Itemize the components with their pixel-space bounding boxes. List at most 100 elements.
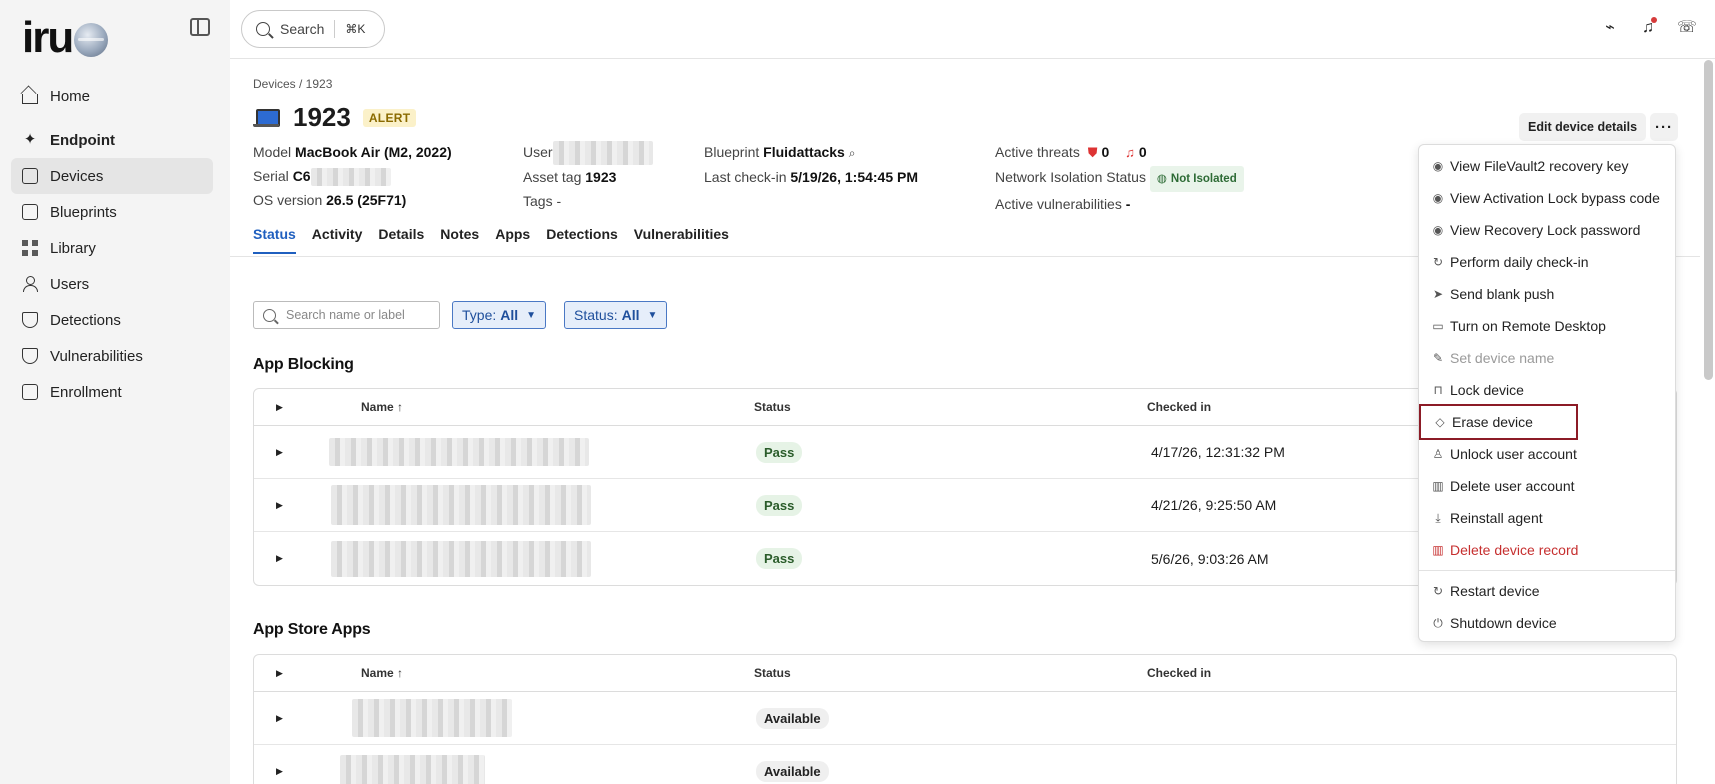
menu-item-daily-checkin[interactable]: ↻ Perform daily check-in xyxy=(1419,246,1675,278)
tab-activity[interactable]: Activity xyxy=(312,226,363,254)
activity-icon[interactable]: ⌁ xyxy=(1601,19,1619,37)
tab-notes[interactable]: Notes xyxy=(440,226,479,254)
menu-item-view-filevault-key[interactable]: ◉ View FileVault2 recovery key xyxy=(1419,150,1675,182)
menu-item-delete-device-record[interactable]: ▥ Delete device record xyxy=(1419,534,1675,566)
redacted-user[interactable] xyxy=(552,141,653,166)
table-row[interactable]: ▶ Available xyxy=(254,692,1676,745)
checked-column-header: Checked in xyxy=(1147,666,1212,680)
model-label: Model xyxy=(253,144,292,160)
alert-badge: ALERT xyxy=(362,108,417,127)
type-filter-dropdown[interactable]: Type: All ▼ xyxy=(452,301,547,329)
iru-logo[interactable]: iru xyxy=(22,16,109,60)
menu-item-view-recovery-lock[interactable]: ◉ View Recovery Lock password xyxy=(1419,214,1675,246)
expand-row-icon[interactable]: ▶ xyxy=(276,500,283,511)
chat-icon[interactable]: ☏ xyxy=(1677,19,1697,37)
menu-item-label: Turn on Remote Desktop xyxy=(1450,318,1606,334)
search-placeholder: Search name or label xyxy=(286,308,405,322)
sidebar-item-label: Library xyxy=(50,239,96,257)
divider xyxy=(334,20,336,38)
menu-item-label: Erase device xyxy=(1452,414,1533,430)
menu-item-shutdown-device[interactable]: ⏻ Shutdown device xyxy=(1419,607,1675,639)
breadcrumb[interactable]: Devices / 1923 xyxy=(253,77,332,91)
global-search-button[interactable]: Search ⌘K xyxy=(241,10,385,48)
blueprint-label: Blueprint xyxy=(704,144,760,160)
expand-row-icon[interactable]: ▶ xyxy=(276,553,283,564)
status-badge: Available xyxy=(756,707,829,729)
table-header: ▶ Name ↑ Status Checked in xyxy=(254,655,1676,692)
redacted-app-name xyxy=(331,485,591,525)
menu-item-label: Delete device record xyxy=(1450,542,1579,558)
enrollment-icon xyxy=(22,384,38,400)
sidebar-item-library[interactable]: Library xyxy=(11,230,213,266)
redacted-app-name xyxy=(329,438,589,466)
library-search-input[interactable]: Search name or label xyxy=(253,301,440,329)
status-filter-dropdown[interactable]: Status: All ▼ xyxy=(564,301,668,329)
sidebar: iru Home ✦ Endpoint Devices Blueprints L… xyxy=(0,0,230,784)
expand-all-icon[interactable]: ▶ xyxy=(276,668,283,679)
menu-item-label: View Activation Lock bypass code xyxy=(1450,190,1660,206)
sidebar-item-devices[interactable]: Devices xyxy=(11,158,213,194)
menu-item-remote-desktop[interactable]: ▭ Turn on Remote Desktop xyxy=(1419,310,1675,342)
menu-item-unlock-user-account[interactable]: ♙ Unlock user account xyxy=(1419,438,1675,470)
status-badge: Available xyxy=(756,761,829,782)
sidebar-item-users[interactable]: Users xyxy=(11,266,213,302)
tags-value: - xyxy=(556,193,562,210)
top-icons: ⌁ ♫ ☏ xyxy=(1601,17,1697,37)
expand-all-icon[interactable]: ▶ xyxy=(276,402,283,413)
threats-row: Active threats ⛊ 0 ♫ 0 xyxy=(995,140,1244,165)
library-icon xyxy=(22,240,38,256)
sidebar-item-vulnerabilities[interactable]: Vulnerabilities xyxy=(11,338,213,374)
menu-item-label: View FileVault2 recovery key xyxy=(1450,158,1629,174)
laptop-icon xyxy=(253,108,280,127)
eye-icon: ◉ xyxy=(1432,191,1444,205)
expand-row-icon[interactable]: ▶ xyxy=(276,766,283,777)
redacted-serial xyxy=(310,168,391,187)
expand-row-icon[interactable]: ▶ xyxy=(276,447,283,458)
sidebar-item-endpoint[interactable]: ✦ Endpoint xyxy=(11,122,213,158)
more-actions-button[interactable]: ··· xyxy=(1650,113,1678,141)
blueprint-link[interactable]: Fluidattacks xyxy=(763,144,845,160)
vulns-value: - xyxy=(1125,196,1131,212)
isolation-badge: ◍ Not Isolated xyxy=(1149,166,1244,192)
menu-item-view-activation-lock[interactable]: ◉ View Activation Lock bypass code xyxy=(1419,182,1675,214)
sidebar-item-detections[interactable]: Detections xyxy=(11,302,213,338)
collapse-sidebar-icon[interactable] xyxy=(190,18,210,36)
menu-item-send-blank-push[interactable]: ➤ Send blank push xyxy=(1419,278,1675,310)
bell-icon[interactable]: ♫ xyxy=(1639,17,1657,37)
threats-count[interactable]: 0 xyxy=(1101,144,1109,160)
name-column-header[interactable]: Name ↑ xyxy=(361,400,403,414)
sidebar-item-home[interactable]: Home xyxy=(11,78,213,114)
sidebar-item-blueprints[interactable]: Blueprints xyxy=(11,194,213,230)
page-scrollbar[interactable] xyxy=(1704,60,1713,380)
tab-vulnerabilities[interactable]: Vulnerabilities xyxy=(634,226,729,254)
menu-item-lock-device[interactable]: ⊓ Lock device xyxy=(1419,374,1675,406)
name-column-header[interactable]: Name ↑ xyxy=(361,666,403,680)
device-actions-menu: ◉ View FileVault2 recovery key ◉ View Acti… xyxy=(1418,144,1676,642)
tab-status[interactable]: Status xyxy=(253,226,296,254)
menu-item-delete-user-account[interactable]: ▥ Delete user account xyxy=(1419,470,1675,502)
menu-item-erase-device[interactable]: ◇ Erase device xyxy=(1419,404,1578,440)
tab-details[interactable]: Details xyxy=(378,226,424,254)
edit-device-details-button[interactable]: Edit device details xyxy=(1519,113,1647,141)
app-store-apps-table: ▶ Name ↑ Status Checked in ▶ Available ▶… xyxy=(253,654,1677,784)
eraser-icon: ◇ xyxy=(1435,415,1445,429)
expand-row-icon[interactable]: ▶ xyxy=(276,713,283,724)
search-icon[interactable]: ⌕ xyxy=(849,146,856,160)
serial-value: C6 xyxy=(292,168,311,184)
tab-apps[interactable]: Apps xyxy=(495,226,530,254)
menu-item-restart-device[interactable]: ↻ Restart device xyxy=(1419,575,1675,607)
checked-in-value: 4/17/26, 12:31:32 PM xyxy=(1151,444,1285,460)
search-shortcut: ⌘K xyxy=(345,22,366,36)
table-row[interactable]: ▶ Available xyxy=(254,745,1676,784)
device-info-col-3: Blueprint Fluidattacks ⌕ Last check-in 5… xyxy=(704,140,918,189)
trash-icon: ▥ xyxy=(1432,479,1444,493)
status-badge: Pass xyxy=(756,494,803,516)
menu-item-label: Unlock user account xyxy=(1450,446,1577,462)
alerts-count[interactable]: 0 xyxy=(1139,144,1147,160)
sidebar-item-enrollment[interactable]: Enrollment xyxy=(11,374,213,410)
status-badge: Pass xyxy=(756,548,803,569)
chevron-down-icon: ▼ xyxy=(526,309,537,321)
asset-label: Asset tag xyxy=(523,169,582,186)
tab-detections[interactable]: Detections xyxy=(546,226,618,254)
menu-item-reinstall-agent[interactable]: ⤓ Reinstall agent xyxy=(1419,502,1675,534)
